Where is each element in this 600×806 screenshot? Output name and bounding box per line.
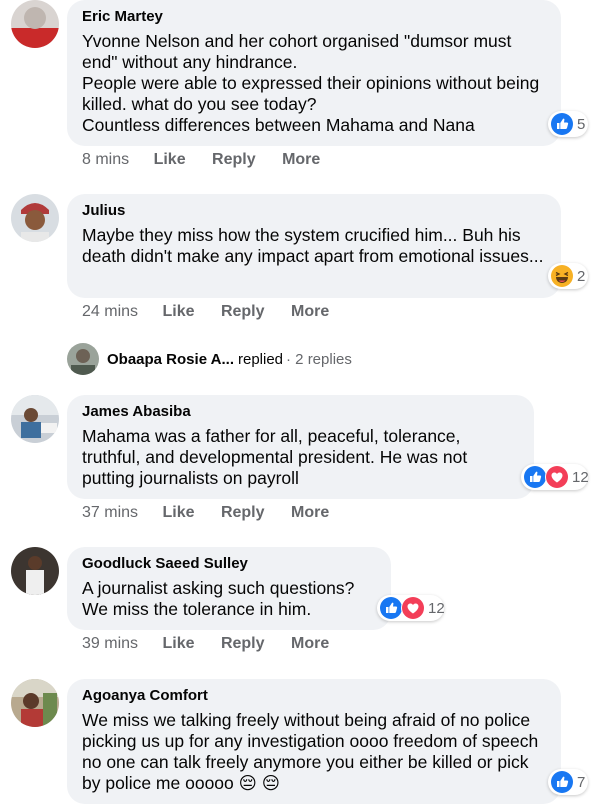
- like-icon: [379, 596, 403, 620]
- reaction-count: 12: [428, 599, 445, 617]
- comment-author[interactable]: Eric Martey: [82, 8, 545, 26]
- comment-time[interactable]: 8 mins: [82, 150, 129, 170]
- reply-button[interactable]: Reply: [212, 150, 256, 170]
- like-button[interactable]: Like: [162, 302, 194, 322]
- reply-button[interactable]: Reply: [221, 302, 265, 322]
- more-button[interactable]: More: [291, 634, 329, 654]
- avatar-goodluck-saeed-sulley[interactable]: [11, 547, 59, 595]
- avatar-replier: [67, 343, 99, 375]
- like-button[interactable]: Like: [162, 503, 194, 523]
- more-button[interactable]: More: [282, 150, 320, 170]
- comment-time[interactable]: 37 mins: [82, 503, 138, 523]
- comment-actions: 39 mins Like Reply More: [82, 634, 351, 654]
- reaction-summary[interactable]: 7: [548, 769, 588, 795]
- reaction-count: 5: [577, 115, 586, 133]
- avatar-julius[interactable]: [11, 194, 59, 242]
- comment-author[interactable]: Goodluck Saeed Sulley: [82, 555, 375, 573]
- comment-author[interactable]: James Abasiba: [82, 403, 518, 421]
- like-button[interactable]: Like: [154, 150, 186, 170]
- haha-icon: [550, 264, 574, 288]
- comment-actions: 8 mins Like Reply More: [82, 150, 342, 170]
- comment-text: Maybe they miss how the system crucified…: [82, 225, 544, 266]
- comment-bubble: Eric Martey Yvonne Nelson and her cohort…: [67, 0, 561, 146]
- like-icon: [550, 112, 574, 136]
- reaction-summary[interactable]: 2: [548, 263, 588, 289]
- comment-text: A journalist asking such questions? We m…: [82, 578, 355, 619]
- comment-bubble: James Abasiba Mahama was a father for al…: [67, 395, 534, 499]
- comment-bubble: Goodluck Saeed Sulley A journalist askin…: [67, 547, 391, 630]
- avatar-james-abasiba[interactable]: [11, 395, 59, 443]
- replier-name: Obaapa Rosie A...: [107, 350, 234, 368]
- like-icon: [523, 465, 547, 489]
- reaction-count: 7: [577, 773, 586, 791]
- comment-text: We miss we talking freely without being …: [82, 710, 539, 793]
- more-button[interactable]: More: [291, 302, 329, 322]
- more-button[interactable]: More: [291, 503, 329, 523]
- reply-button[interactable]: Reply: [221, 503, 265, 523]
- view-replies-link[interactable]: Obaapa Rosie A... replied · 2 replies: [67, 343, 352, 375]
- replied-label: replied: [237, 350, 284, 368]
- comment-time[interactable]: 24 mins: [82, 302, 138, 322]
- comment-text: Mahama was a father for all, peaceful, t…: [82, 426, 468, 488]
- avatar-eric-martey[interactable]: [11, 0, 59, 48]
- comment-text: Yvonne Nelson and her cohort organised "…: [82, 31, 540, 135]
- reply-button[interactable]: Reply: [221, 634, 265, 654]
- comment-author[interactable]: Agoanya Comfort: [82, 687, 545, 705]
- comment-author[interactable]: Julius: [82, 202, 545, 220]
- reaction-summary[interactable]: 5: [548, 111, 588, 137]
- comment-bubble: Julius Maybe they miss how the system cr…: [67, 194, 561, 298]
- reaction-count: 2: [577, 267, 586, 285]
- reaction-summary[interactable]: 12: [521, 464, 589, 490]
- like-icon: [550, 770, 574, 794]
- reaction-count: 12: [572, 468, 589, 486]
- avatar-agoanya-comfort[interactable]: [11, 679, 59, 727]
- comment-actions: 24 mins Like Reply More: [82, 302, 351, 322]
- comment-time[interactable]: 39 mins: [82, 634, 138, 654]
- comment-actions: 37 mins Like Reply More: [82, 503, 351, 523]
- reaction-summary[interactable]: 12: [377, 595, 445, 621]
- love-icon: [545, 465, 569, 489]
- reply-count: · 2 replies: [286, 350, 352, 368]
- love-icon: [401, 596, 425, 620]
- like-button[interactable]: Like: [162, 634, 194, 654]
- comment-bubble: Agoanya Comfort We miss we talking freel…: [67, 679, 561, 804]
